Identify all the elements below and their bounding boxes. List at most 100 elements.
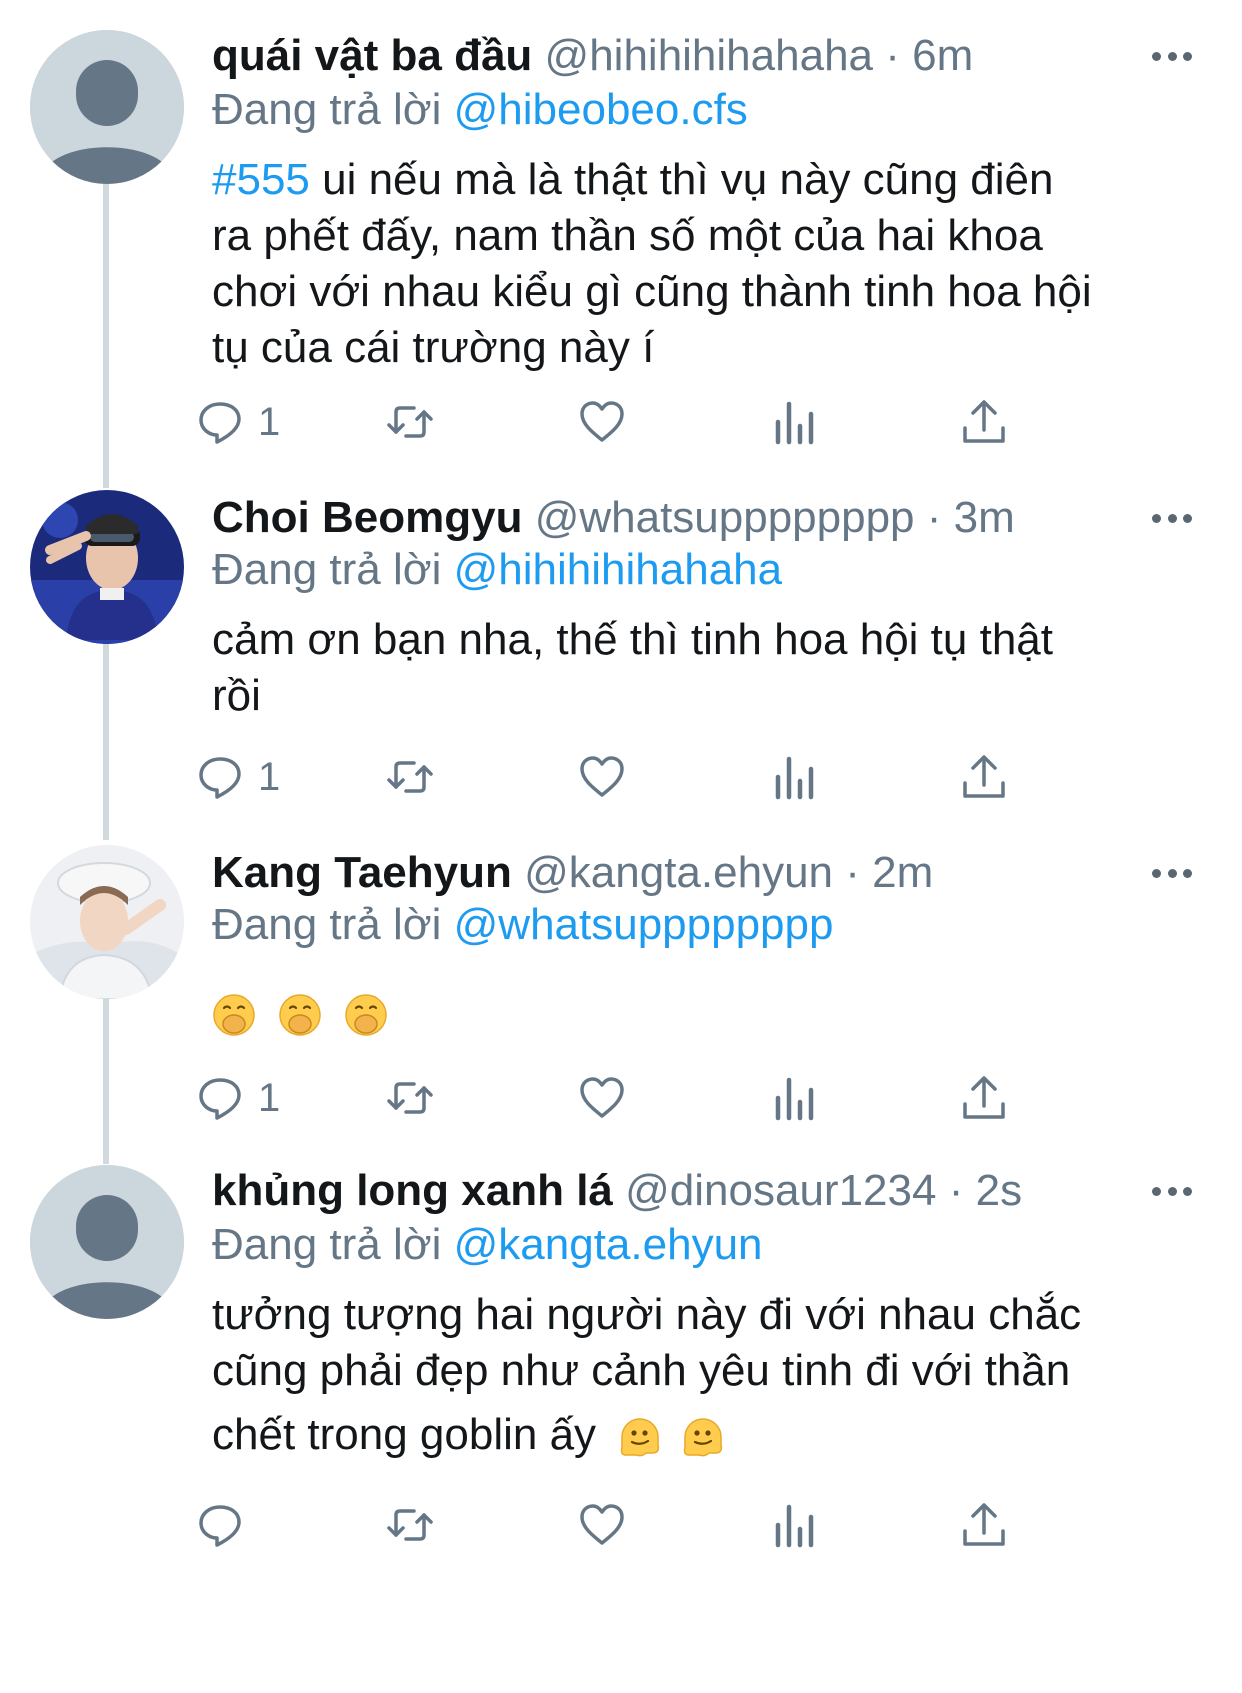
tweet-header: quái vật ba đầu @hihihihihahaha · 6m [212,28,1182,84]
reply-icon [199,402,241,444]
separator-dot: · [885,31,900,80]
user-handle[interactable]: @kangta.ehyun [524,848,833,897]
separator-dot: · [845,848,860,897]
tweet-header: Choi Beomgyu @whatsupppppppp · 3m [212,490,1182,546]
hand-over-mouth-emoji [344,993,388,1037]
hashtag-link[interactable]: #555 [212,155,310,204]
user-handle[interactable]: @hihihihihahaha [545,31,873,80]
timestamp[interactable]: 2m [872,848,933,897]
reply-button[interactable]: 1 [196,1068,280,1128]
hand-over-mouth-emoji [212,993,256,1037]
like-icon [580,1504,624,1545]
timestamp[interactable]: 2s [976,1166,1022,1215]
text-line: tụ của cái trường này í [212,323,655,372]
text-line: tưởng tượng hai người này đi với nhau ch… [212,1290,1082,1339]
reply-icon [199,1505,241,1547]
more-icon[interactable] [1152,512,1192,524]
more-icon[interactable] [1152,1185,1192,1197]
mention-link[interactable]: @hibeobeo.cfs [454,85,748,134]
retweet-button[interactable] [386,1068,434,1128]
display-name[interactable]: quái vật ba đầu [212,31,532,80]
like-icon [580,401,624,442]
text-line: chết trong goblin ấy [212,1407,1197,1463]
tweet[interactable]: Kang Taehyun @kangta.ehyun · 2m Đang trả… [0,835,1242,1155]
analytics-button[interactable] [770,1495,818,1555]
melting-face-emoji [681,1415,725,1459]
mention-link[interactable]: @kangta.ehyun [454,1220,763,1269]
retweet-icon [387,406,433,438]
reply-button[interactable]: 1 [196,392,280,452]
display-name[interactable]: khủng long xanh lá [212,1166,613,1215]
like-button[interactable] [578,392,626,452]
like-button[interactable] [578,747,626,807]
retweet-button[interactable] [386,747,434,807]
photo-avatar-blue-icon [30,490,184,644]
text-line: #555 ui nếu mà là thật thì vụ này cũng đ… [212,152,1197,208]
more-icon[interactable] [1152,50,1192,62]
melting-face-emoji [618,1415,662,1459]
avatar[interactable] [30,30,184,184]
text-line: cảm ơn bạn nha, thế thì tinh hoa hội tụ … [212,615,1053,664]
replying-to-label: Đang trả lời [212,85,442,134]
share-icon [963,755,1005,798]
like-button[interactable] [578,1068,626,1128]
tweet-text: cảm ơn bạn nha, thế thì tinh hoa hội tụ … [212,612,1197,724]
share-icon [963,1076,1005,1119]
tweet-text: #555 ui nếu mà là thật thì vụ này cũng đ… [212,152,1197,376]
text-line: cũng phải đẹp như cảnh yêu tinh đi với t… [212,1346,1071,1395]
share-icon [963,400,1005,443]
reply-count: 1 [258,399,281,444]
default-avatar-icon [30,30,184,184]
replying-to: Đang trả lời @hihihihihahaha [212,542,782,598]
share-button[interactable] [960,747,1008,807]
more-icon[interactable] [1152,867,1192,879]
analytics-button[interactable] [770,1068,818,1128]
analytics-button[interactable] [770,392,818,452]
text-span: chết trong goblin ấy [212,1410,597,1459]
share-button[interactable] [960,392,1008,452]
text-span: ui nếu mà là thật thì vụ này cũng điên [309,155,1054,204]
avatar[interactable] [30,845,184,999]
retweet-icon [387,1082,433,1114]
analytics-icon [775,756,814,800]
mention-link[interactable]: @whatsupppppppp [454,900,834,949]
display-name[interactable]: Choi Beomgyu [212,493,522,542]
retweet-icon [387,1509,433,1541]
analytics-button[interactable] [770,747,818,807]
reply-button[interactable]: 1 [196,747,280,807]
mention-link[interactable]: @hihihihihahaha [454,545,782,594]
display-name[interactable]: Kang Taehyun [212,848,512,897]
share-button[interactable] [960,1068,1008,1128]
text-line: rồi [212,671,261,720]
avatar[interactable] [30,1165,184,1319]
text-line: chơi với nhau kiểu gì cũng thành tinh ho… [212,267,1092,316]
share-icon [963,1503,1005,1546]
timestamp[interactable]: 6m [912,31,973,80]
timestamp[interactable]: 3m [954,493,1015,542]
photo-avatar-white-icon [30,845,184,999]
tweet[interactable]: Choi Beomgyu @whatsupppppppp · 3m Đang t… [0,480,1242,835]
default-avatar-icon [30,1165,184,1319]
like-button[interactable] [578,1495,626,1555]
action-bar [0,1495,1242,1555]
tweet-header: khủng long xanh lá @dinosaur1234 · 2s [212,1163,1182,1219]
avatar[interactable] [30,490,184,644]
analytics-icon [775,1504,814,1548]
hand-over-mouth-emoji [278,993,322,1037]
retweet-button[interactable] [386,1495,434,1555]
tweet-header: Kang Taehyun @kangta.ehyun · 2m [212,845,1182,901]
replying-to: Đang trả lời @whatsupppppppp [212,897,833,953]
reply-icon [199,757,241,799]
replying-to: Đang trả lời @kangta.ehyun [212,1217,763,1273]
replying-to-label: Đang trả lời [212,900,442,949]
share-button[interactable] [960,1495,1008,1555]
user-handle[interactable]: @whatsupppppppp [535,493,915,542]
retweet-button[interactable] [386,392,434,452]
reply-count: 1 [258,1075,281,1120]
reply-button[interactable] [196,1495,258,1555]
tweet[interactable]: quái vật ba đầu @hihihihihahaha · 6m Đan… [0,0,1242,480]
tweet[interactable]: khủng long xanh lá @dinosaur1234 · 2s Đa… [0,1155,1242,1693]
user-handle[interactable]: @dinosaur1234 [625,1166,936,1215]
reply-count: 1 [258,754,281,799]
tweet-text: tưởng tượng hai người này đi với nhau ch… [212,1287,1197,1463]
